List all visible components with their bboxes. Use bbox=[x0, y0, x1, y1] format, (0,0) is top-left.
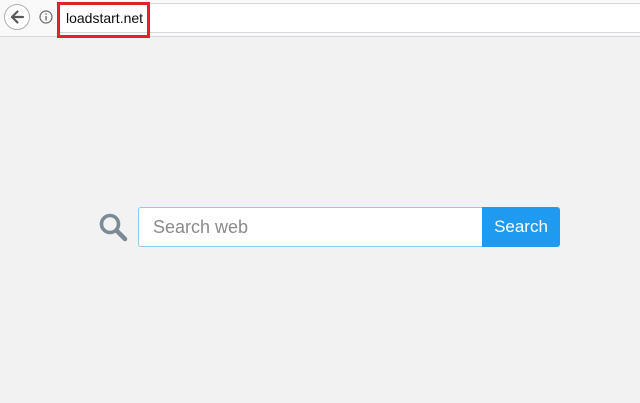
search-input[interactable] bbox=[138, 207, 483, 247]
search-form: Search bbox=[98, 207, 560, 247]
browser-toolbar: loadstart.net bbox=[0, 0, 640, 38]
address-bar[interactable] bbox=[58, 3, 640, 33]
info-icon[interactable] bbox=[39, 10, 53, 24]
url-text[interactable]: loadstart.net bbox=[66, 10, 143, 26]
back-button[interactable] bbox=[4, 4, 30, 30]
back-arrow-icon bbox=[10, 10, 25, 24]
search-button[interactable]: Search bbox=[482, 207, 560, 247]
magnifier-icon bbox=[99, 213, 128, 242]
